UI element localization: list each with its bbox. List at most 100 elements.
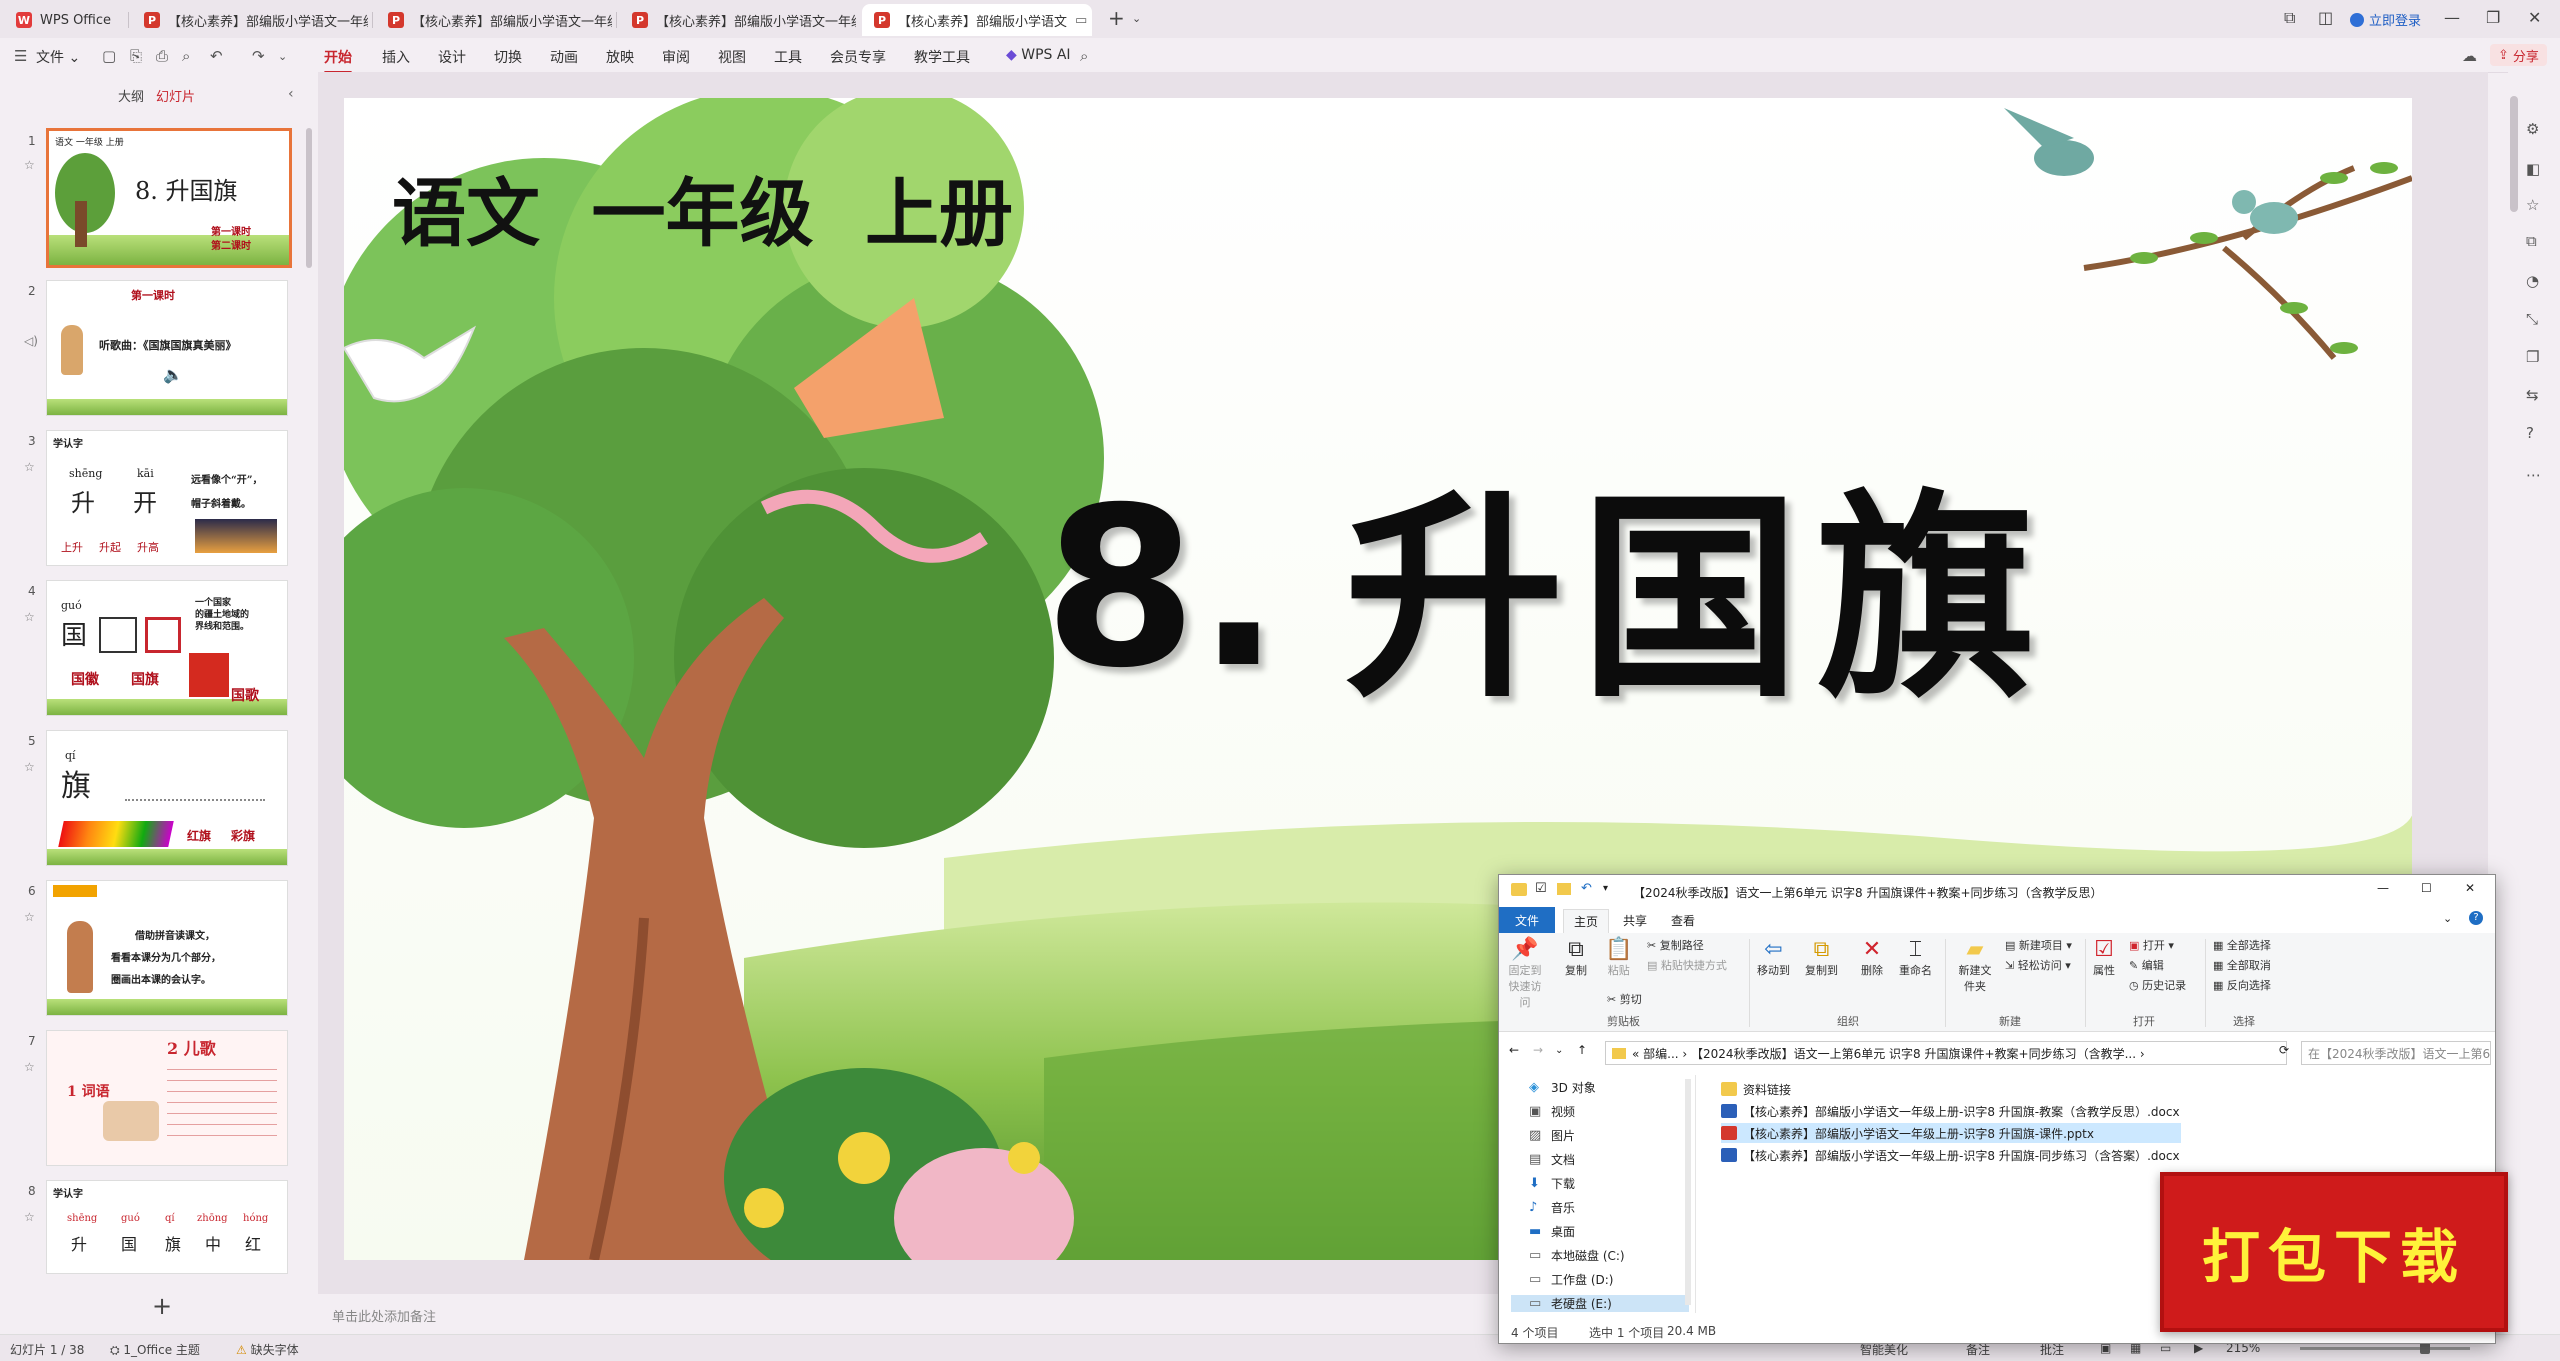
theme-button[interactable]: ⛭ 1_Office 主题 [110,1341,200,1358]
download-package-button[interactable]: 打包下载 [2160,1172,2508,1332]
menu-review[interactable]: 审阅 [662,47,690,67]
tab-home[interactable]: 主页 [1563,909,1610,933]
star-icon[interactable]: ☆ [24,910,35,924]
properties-qa-icon[interactable]: ☑ [1535,881,1547,896]
tab-document-active[interactable]: P 【核心素养】部编版小学语文 ▭ ✕ [862,4,1092,36]
slide-subject-heading[interactable]: 语文 一年级 上册 [392,154,1013,261]
more-chevron-icon[interactable]: ⌄ [278,50,287,63]
undo-icon[interactable]: ↶ [210,47,223,65]
audio-icon[interactable]: ◁) [24,334,38,348]
star-icon[interactable]: ☆ [24,610,35,624]
vertical-scrollbar[interactable] [2510,96,2518,212]
qa-dropdown-icon[interactable]: ▾ [1603,883,1608,894]
nav-item-selected[interactable]: ▭ 老硬盘 (E:) [1511,1295,1689,1312]
pin-quick-access-button[interactable]: 📌 固定到快速访问 [1505,937,1545,1010]
recent-chevron-icon[interactable]: ⌄ [1555,1045,1563,1056]
slide-thumbnail[interactable]: guó 国 一个国家 的疆土地域的 界线和范围。 国徽 国旗 国歌 [46,580,288,716]
menu-tools[interactable]: 工具 [774,47,802,67]
menu-start[interactable]: 开始 [324,47,352,74]
new-folder-qa-icon[interactable] [1557,883,1571,895]
list-item[interactable]: 【核心素养】部编版小学语文一年级上册-识字8 升国旗-同步练习（含答案）.doc… [1721,1145,2180,1165]
new-folder-button[interactable]: ▰ 新建文件夹 [1955,937,1995,994]
list-item[interactable]: 资料链接 [1721,1079,1791,1099]
menu-member[interactable]: 会员专享 [830,47,886,67]
up-icon[interactable]: ↑ [1577,1043,1587,1057]
skin-icon[interactable]: ◫ [2318,8,2333,27]
slide-thumbnail[interactable]: 第一课时 听歌曲：《国旗国旗真美丽》 🔈 [46,280,288,416]
tab-list-chevron-icon[interactable]: ⌄ [1132,12,1141,25]
nav-item[interactable]: ▣ 视频 [1529,1103,1575,1120]
nav-item[interactable]: ▨ 图片 [1529,1127,1575,1144]
nav-item[interactable]: ▭ 工作盘 (D:) [1529,1271,1613,1288]
paste-button[interactable]: 📋 粘贴 [1605,937,1632,978]
list-item-selected[interactable]: 【核心素养】部编版小学语文一年级上册-识字8 升国旗-课件.pptx [1721,1123,2181,1143]
print-preview-icon[interactable]: ⌕ [182,47,190,65]
cut-button[interactable]: ✂ 剪切 [1607,991,1642,1007]
menu-slideshow[interactable]: 放映 [606,47,634,67]
tab-file[interactable]: 文件 [1499,907,1555,933]
minimize-icon[interactable]: — [2377,881,2389,895]
print-icon[interactable]: ⎙ [156,47,168,65]
search-icon[interactable]: ⌕ [1080,47,1088,65]
tab-share[interactable]: 共享 [1623,912,1647,929]
export-pdf-icon[interactable]: ⎘ [130,47,142,65]
menu-design[interactable]: 设计 [438,47,466,67]
move-to-button[interactable]: ⇦ 移动到 [1757,937,1790,978]
select-none-button[interactable]: ▦ 全部取消 [2213,957,2271,973]
menu-teaching-tools[interactable]: 教学工具 [914,47,970,67]
save-icon[interactable]: ▢ [102,47,116,65]
favorite-icon[interactable]: ☆ [2526,196,2539,214]
new-item-button[interactable]: ▤ 新建项目 ▾ [2005,937,2072,953]
list-item[interactable]: 【核心素养】部编版小学语文一年级上册-识字8 升国旗-教案（含教学反思）.doc… [1721,1101,2180,1121]
forward-icon[interactable]: → [1533,1043,1543,1057]
format-icon[interactable]: ◧ [2526,160,2540,178]
book-icon[interactable]: ❐ [2526,348,2539,366]
history-button[interactable]: ◷ 历史记录 [2129,977,2186,993]
nav-item[interactable]: ⬇ 下载 [1529,1175,1575,1192]
cloud-sync-icon[interactable]: ☁ [2462,47,2477,65]
star-icon[interactable]: ☆ [24,158,35,172]
close-window-icon[interactable]: ✕ [2465,881,2475,895]
properties-button[interactable]: ☑ 属性 [2093,937,2115,978]
slide-title[interactable]: 升国旗 [1344,488,2052,708]
slide-thumbnail[interactable]: 学认字 shēng guó qí zhōng hóng 升 国 旗 中 红 [46,1180,288,1274]
screen-icon[interactable]: ▭ [1075,13,1087,28]
rename-button[interactable]: ⌶ 重命名 [1899,937,1932,978]
login-button[interactable]: 立即登录 [2350,10,2421,29]
animation-icon[interactable]: ◔ [2526,272,2539,290]
maximize-icon[interactable]: ☐ [2421,881,2432,895]
nav-item[interactable]: ▬ 桌面 [1529,1223,1575,1240]
settings-sliders-icon[interactable]: ⚙ [2526,120,2539,138]
easy-access-button[interactable]: ⇲ 轻松访问 ▾ [2005,957,2071,973]
menu-insert[interactable]: 插入 [382,47,410,67]
delete-button[interactable]: ✕ 删除 [1861,937,1883,978]
new-tab-button[interactable]: + [1108,6,1125,30]
nav-scrollbar[interactable] [1685,1079,1691,1305]
tab-wps-home[interactable]: W WPS Office [4,4,124,36]
menu-transition[interactable]: 切换 [494,47,522,67]
copy-button[interactable]: ⧉ 复制 [1565,937,1587,978]
slide-thumbnail[interactable]: 语文 一年级 上册 8. 升国旗 第一课时 第二课时 [46,128,292,268]
paste-shortcut-button[interactable]: ▤ 粘贴快捷方式 [1647,957,1727,973]
restore-icon[interactable]: ❐ [2486,8,2500,27]
search-input[interactable]: 在【2024秋季改版】语文一上第6... ⌕ [2301,1041,2491,1065]
star-icon[interactable]: ☆ [24,1060,35,1074]
minimize-icon[interactable]: — [2444,8,2460,27]
close-window-icon[interactable]: ✕ [2528,8,2541,27]
open-button[interactable]: ▣ 打开 ▾ [2129,937,2174,953]
tab-document[interactable]: P 【核心素养】部编版小学语文一年级... [376,4,612,36]
slide-thumbnail[interactable]: 学认字 shēng kāi 升 开 远看像个“开”， 帽子斜着戴。 上升 升起 … [46,430,288,566]
add-slide-button[interactable]: + [152,1292,172,1320]
more-icon[interactable]: ⋯ [2526,466,2541,484]
slide-thumbnail[interactable]: 1 词语 2 儿歌 [46,1030,288,1166]
help-icon[interactable]: ? [2526,424,2534,442]
tab-slides[interactable]: 幻灯片 [156,86,195,105]
address-field[interactable]: « 部编... › 【2024秋季改版】语文一上第6单元 识字8 升国旗课件+教… [1605,1041,2287,1065]
panel-scrollbar[interactable] [306,128,312,268]
menu-animation[interactable]: 动画 [550,47,578,67]
tab-document[interactable]: P 【核心素养】部编版小学语文一年级... [132,4,368,36]
transform-icon[interactable]: ⤡ [2526,310,2538,328]
help-icon[interactable]: ? [2469,911,2483,925]
slide-thumbnail[interactable]: 借助拼音读课文， 看看本课分为几个部分， 圈画出本课的会认字。 [46,880,288,1016]
tab-outline[interactable]: 大纲 [118,86,144,105]
